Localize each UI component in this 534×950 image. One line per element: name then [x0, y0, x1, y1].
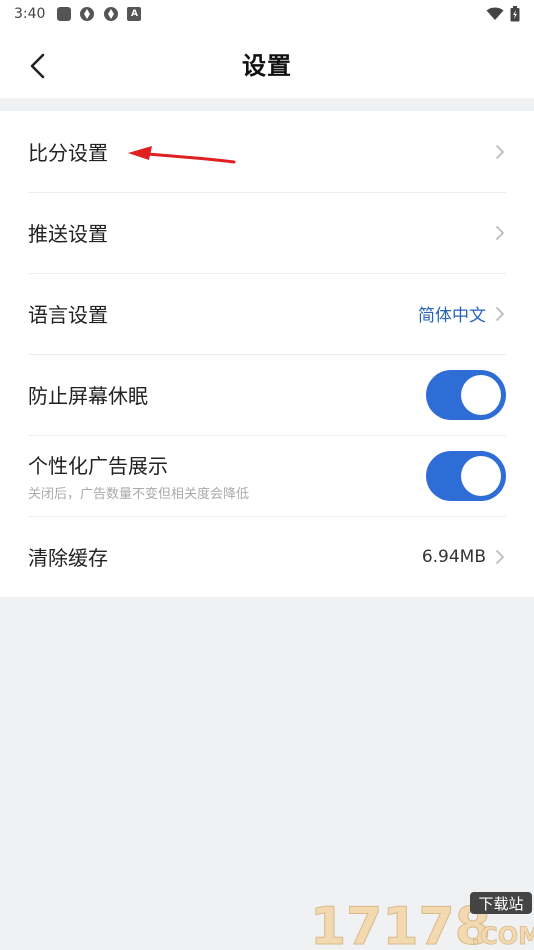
setting-prevent-sleep: 防止屏幕休眠: [0, 354, 534, 435]
battery-icon: [510, 6, 520, 22]
language-value: 简体中文: [418, 306, 486, 326]
status-right-icons: [486, 6, 520, 22]
personalized-ads-toggle[interactable]: [426, 450, 506, 501]
setting-label: 推送设置: [28, 222, 108, 246]
aperture-icon: [80, 7, 95, 21]
toggle-knob: [461, 455, 501, 496]
status-bar: 3:40 A: [0, 0, 534, 28]
setting-language[interactable]: 语言设置 简体中文: [0, 273, 534, 354]
watermark-logo: 17178 下载站 .COM: [310, 892, 534, 950]
toggle-knob: [461, 374, 501, 415]
chevron-right-icon: [494, 549, 506, 565]
setting-label: 语言设置: [28, 303, 108, 327]
status-time: 3:40: [14, 6, 46, 22]
aperture-icon: [104, 7, 119, 21]
app-header: 设置: [0, 28, 534, 98]
chevron-right-icon: [494, 306, 506, 322]
watermark-domain: .COM: [471, 922, 534, 950]
back-arrow-icon: [30, 53, 45, 79]
settings-list: 比分设置 推送设置 语言设置 简体中文 防止屏幕休眠 个性化广告展示 关闭后，广…: [0, 111, 534, 597]
a-icon: A: [127, 7, 142, 21]
watermark-brand: 17178: [310, 897, 491, 950]
setting-score[interactable]: 比分设置: [0, 111, 534, 192]
setting-push[interactable]: 推送设置: [0, 192, 534, 273]
setting-label: 比分设置: [28, 141, 108, 165]
setting-sublabel: 关闭后，广告数量不变但相关度会降低: [28, 486, 250, 502]
prevent-sleep-toggle[interactable]: [426, 369, 506, 420]
setting-label: 个性化广告展示: [28, 453, 168, 478]
chevron-right-icon: [494, 144, 506, 160]
cache-size-value: 6.94MB: [421, 546, 486, 567]
status-indicators: A: [57, 6, 142, 22]
back-button[interactable]: [20, 48, 56, 84]
square-icon: [57, 7, 72, 21]
setting-clear-cache[interactable]: 清除缓存 6.94MB: [0, 516, 534, 597]
chevron-right-icon: [494, 225, 506, 241]
setting-label: 防止屏幕休眠: [28, 384, 148, 408]
setting-label: 清除缓存: [28, 546, 108, 570]
watermark-tag: 下载站: [478, 895, 523, 913]
wifi-icon: [486, 7, 504, 20]
setting-personalized-ads: 个性化广告展示 关闭后，广告数量不变但相关度会降低: [0, 435, 534, 516]
page-title: 设置: [242, 51, 292, 80]
